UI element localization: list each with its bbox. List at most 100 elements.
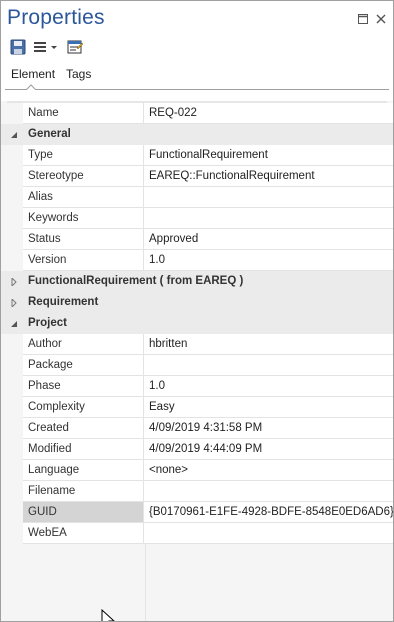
property-name[interactable]: GUID [23,502,144,522]
property-value-field[interactable]: Approved [145,229,393,249]
property-rows: Name REQ-022 General Type FunctionalRequirem… [1,103,393,544]
property-row[interactable]: Keywords [1,208,393,229]
close-icon [376,14,386,24]
active-tab-indicator [26,84,36,90]
row-gutter [1,334,23,355]
row-gutter [1,418,23,439]
expand-triangle-icon[interactable] [9,298,18,307]
window-title: Properties [7,6,105,29]
property-row[interactable]: WebEA [1,523,393,544]
property-name[interactable]: Author [23,334,144,354]
row-gutter [1,460,23,481]
tab-element[interactable]: Element [11,67,55,81]
property-row[interactable]: Phase 1.0 [1,376,393,397]
properties-dialog-button[interactable] [67,39,84,55]
options-menu-button[interactable] [33,39,59,55]
property-row[interactable]: Filename [1,481,393,502]
property-value-field[interactable]: <none> [145,460,393,480]
property-name[interactable]: Package [23,355,144,375]
property-value-field[interactable]: REQ-022 [145,103,393,123]
row-gutter [1,166,23,187]
property-value-field[interactable]: FunctionalRequirement [145,145,393,165]
tab-strip: Element Tags [1,59,393,95]
properties-dialog-icon [67,40,84,54]
property-row[interactable]: Name REQ-022 [1,103,393,124]
property-name[interactable]: Modified [23,439,144,459]
collapse-triangle-icon[interactable] [9,130,18,139]
menu-icon [34,42,46,52]
tab-tags[interactable]: Tags [66,67,91,81]
property-row[interactable]: GUID {B0170961-E1FE-4928-BDFE-8548E0ED6AD… [1,502,393,523]
property-row[interactable]: Version 1.0 [1,250,393,271]
property-group-row[interactable]: Project [1,313,393,334]
close-button[interactable] [375,13,387,25]
property-value-field[interactable] [145,481,393,501]
property-value-field[interactable] [145,187,393,207]
property-name[interactable]: Language [23,460,144,480]
tab-underline [5,89,389,90]
property-grid: Name REQ-022 General Type FunctionalRequirem… [1,101,393,621]
property-value-field[interactable]: 1.0 [145,376,393,396]
collapse-triangle-icon[interactable] [9,319,18,328]
row-gutter [1,229,23,250]
property-name[interactable]: WebEA [23,523,144,543]
property-group-row[interactable]: General [1,124,393,145]
property-group-label: Project [28,317,67,329]
property-value-field[interactable]: Easy [145,397,393,417]
row-gutter [1,103,23,124]
property-name[interactable]: Complexity [23,397,144,417]
property-row[interactable]: Status Approved [1,229,393,250]
property-value-field[interactable]: {B0170961-E1FE-4928-BDFE-8548E0ED6AD6} [145,502,393,522]
expand-triangle-icon[interactable] [9,277,18,286]
property-value-field[interactable] [145,355,393,375]
property-name[interactable]: Status [23,229,144,249]
pin-window-button[interactable] [357,13,369,25]
dropdown-arrow-icon [51,46,57,49]
property-group-label: Requirement [28,296,99,308]
property-name[interactable]: Name [23,103,144,123]
property-row[interactable]: Language <none> [1,460,393,481]
property-row[interactable]: Author hbritten [1,334,393,355]
row-gutter [1,481,23,502]
property-name[interactable]: Filename [23,481,144,501]
property-name[interactable]: Alias [23,187,144,207]
property-group-row[interactable]: Requirement [1,292,393,313]
property-row[interactable]: Modified 4/09/2019 4:44:09 PM [1,439,393,460]
properties-window: Properties Element Tags Name REQ-022 Gen… [0,0,394,622]
property-value-field[interactable]: hbritten [145,334,393,354]
property-value-field[interactable]: 4/09/2019 4:44:09 PM [145,439,393,459]
property-value-field[interactable] [145,208,393,228]
property-value-field[interactable]: 1.0 [145,250,393,270]
row-gutter [1,397,23,418]
row-gutter [1,250,23,271]
property-name[interactable]: Created [23,418,144,438]
row-gutter [1,376,23,397]
property-value-field[interactable] [145,523,393,543]
save-button[interactable] [10,39,26,55]
row-gutter [1,502,23,523]
property-row[interactable]: Alias [1,187,393,208]
mouse-cursor-icon [101,609,115,621]
property-row[interactable]: Created 4/09/2019 4:31:58 PM [1,418,393,439]
property-row[interactable]: Type FunctionalRequirement [1,145,393,166]
row-gutter [1,145,23,166]
row-gutter [1,208,23,229]
property-name[interactable]: Phase [23,376,144,396]
property-group-row[interactable]: FunctionalRequirement ( from EAREQ ) [1,271,393,292]
title-bar: Properties [1,1,393,37]
property-group-label: General [28,128,71,140]
property-value-field[interactable]: 4/09/2019 4:31:58 PM [145,418,393,438]
row-gutter [1,439,23,460]
row-gutter [1,523,23,544]
property-group-label: FunctionalRequirement ( from EAREQ ) [28,275,244,287]
property-value-field[interactable]: EAREQ::FunctionalRequirement [145,166,393,186]
save-icon [10,39,26,55]
property-name[interactable]: Version [23,250,144,270]
property-name[interactable]: Stereotype [23,166,144,186]
property-row[interactable]: Stereotype EAREQ::FunctionalRequirement [1,166,393,187]
property-row[interactable]: Package [1,355,393,376]
property-name[interactable]: Keywords [23,208,144,228]
property-name[interactable]: Type [23,145,144,165]
toolbar [1,37,393,59]
property-row[interactable]: Complexity Easy [1,397,393,418]
